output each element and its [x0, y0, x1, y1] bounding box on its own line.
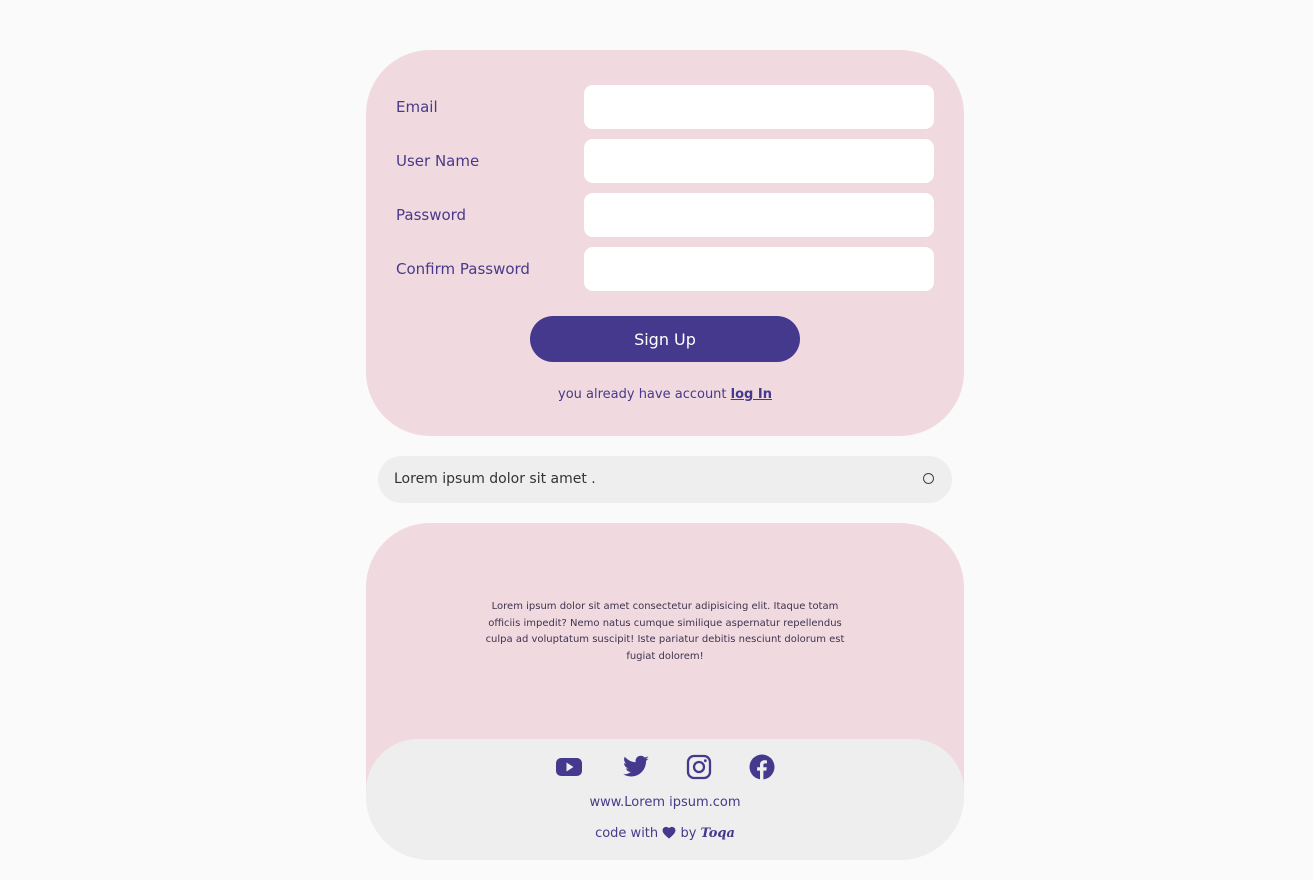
- log-in-link[interactable]: log In: [731, 387, 772, 402]
- facebook-icon[interactable]: [748, 753, 776, 781]
- footer-card: Lorem ipsum dolor sit amet consectetur a…: [366, 523, 964, 860]
- signup-card: Email User Name Password Confirm Passwor…: [366, 50, 964, 436]
- password-label: Password: [396, 206, 467, 224]
- circle-icon[interactable]: [923, 473, 934, 484]
- email-row: Email: [396, 85, 934, 129]
- confirm-password-input[interactable]: [584, 247, 934, 291]
- username-row: User Name: [396, 139, 934, 183]
- sign-up-button[interactable]: Sign Up: [530, 316, 800, 362]
- email-label: Email: [396, 98, 438, 116]
- social-links: [366, 753, 964, 781]
- password-input[interactable]: [584, 193, 934, 237]
- notice-text: Lorem ipsum dolor sit amet .: [394, 471, 596, 487]
- confirm-password-row: Confirm Password: [396, 247, 934, 291]
- email-input[interactable]: [584, 85, 934, 129]
- credit-by: by: [680, 826, 697, 841]
- notice-bar: Lorem ipsum dolor sit amet .: [378, 456, 952, 503]
- username-label: User Name: [396, 152, 480, 170]
- twitter-icon[interactable]: [622, 753, 650, 781]
- credit-prefix: code with: [595, 826, 659, 841]
- website-text: www.Lorem ipsum.com: [589, 795, 741, 810]
- heart-icon: [662, 826, 676, 839]
- youtube-icon[interactable]: [555, 753, 583, 781]
- password-row: Password: [396, 193, 934, 237]
- footer-description: Lorem ipsum dolor sit amet consectetur a…: [485, 601, 845, 662]
- author-name: Toqa: [700, 826, 735, 841]
- confirm-password-label: Confirm Password: [396, 260, 530, 278]
- login-prompt-text: you already have account: [558, 387, 727, 402]
- username-input[interactable]: [584, 139, 934, 183]
- credit-line: code with by Toqa: [366, 825, 964, 843]
- login-prompt: you already have account log In: [366, 386, 964, 404]
- footer-bottom-bar: www.Lorem ipsum.com code with by Toqa: [366, 739, 964, 860]
- instagram-icon[interactable]: [685, 753, 713, 781]
